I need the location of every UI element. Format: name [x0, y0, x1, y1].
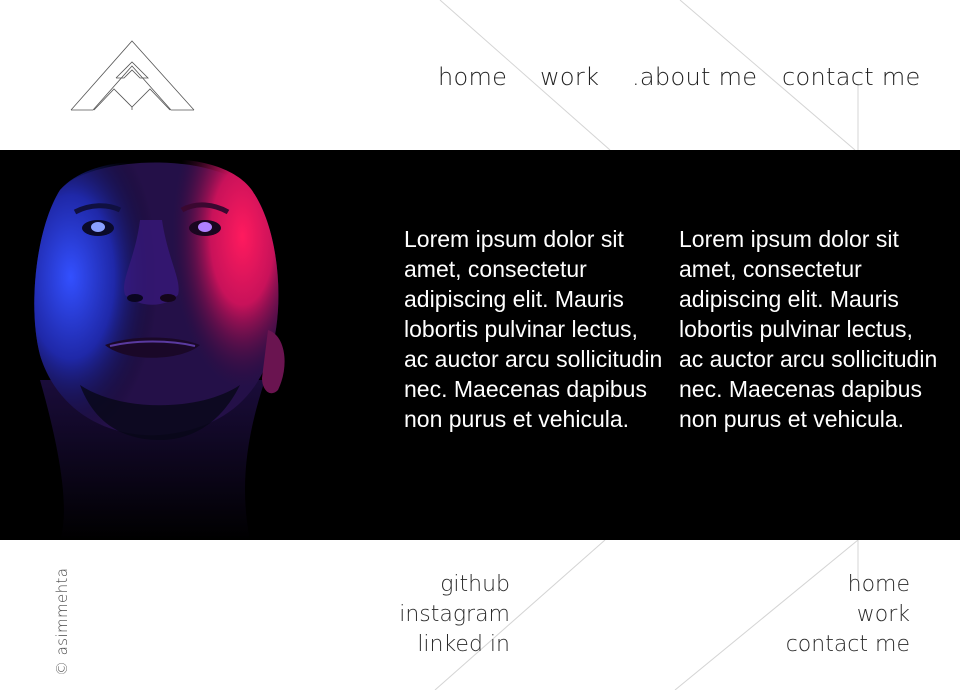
footer-nav: home work contact me: [760, 570, 910, 660]
copyright-text: © asimmehta: [53, 567, 71, 676]
footer-nav-home[interactable]: home: [760, 570, 910, 600]
footer-nav-contact-me[interactable]: contact me: [760, 630, 910, 660]
portrait-image: [0, 150, 320, 540]
site-header: home work .about me contact me: [0, 0, 960, 150]
nav-about-me[interactable]: .about me: [632, 62, 757, 92]
nav-home[interactable]: home: [438, 62, 507, 92]
nav-work[interactable]: work: [540, 62, 599, 92]
footer-nav-work[interactable]: work: [760, 600, 910, 630]
hero-text-column-2: Lorem ipsum dolor sit amet, consectetur …: [679, 226, 938, 432]
nav-contact-me[interactable]: contact me: [782, 62, 921, 92]
hero-section: Lorem ipsum dolor sit amet, consectetur …: [0, 150, 960, 540]
linkedin-link[interactable]: linked in: [380, 630, 510, 660]
logo-icon[interactable]: [70, 40, 195, 112]
hero-text-column-1: Lorem ipsum dolor sit amet, consectetur …: [404, 226, 663, 432]
instagram-link[interactable]: instagram: [380, 600, 510, 630]
social-links: github instagram linked in: [380, 570, 510, 660]
github-link[interactable]: github: [380, 570, 510, 600]
